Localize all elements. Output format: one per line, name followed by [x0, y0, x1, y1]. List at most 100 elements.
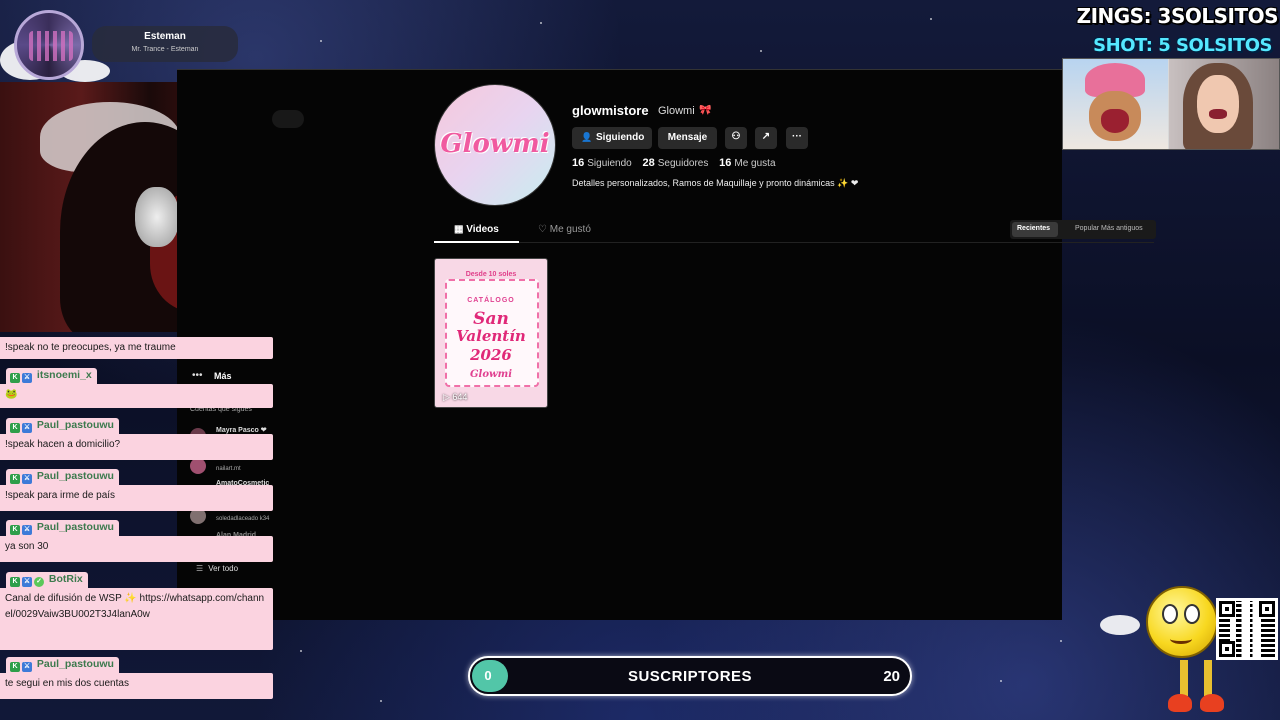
chat-message-text: te segui en mis dos cuentas: [5, 678, 129, 689]
mod-badge-icon: ⚔: [22, 474, 32, 484]
sidebar-search-pill[interactable]: [272, 110, 304, 128]
sort-toggle: Recientes Popular Más antiguos: [1010, 220, 1156, 239]
mod-badge-icon: ⚔: [22, 423, 32, 433]
video-title-line: Valentín: [456, 327, 526, 345]
user-check-icon: 👤: [581, 132, 593, 142]
following-button[interactable]: 👤 Siguiendo: [572, 127, 652, 149]
profile-username: glowmistore: [572, 103, 649, 118]
now-playing-info: Esteman Mr. Trance - Esteman: [92, 26, 238, 62]
chat-username: K ⚔ Paul_pastouwu: [6, 418, 119, 434]
chat-message: te segui en mis dos cuentas: [0, 673, 273, 699]
video-title-line: San: [473, 309, 509, 329]
mod-badge-icon: ⚔: [22, 577, 32, 587]
views-value: 644: [452, 392, 468, 402]
see-all-label: Ver todo: [208, 564, 239, 573]
message-button[interactable]: Mensaje: [658, 127, 717, 149]
tab-videos[interactable]: ▦ Videos: [454, 224, 499, 235]
tab-divider: [434, 242, 1154, 243]
chat-username: K ⚔ Paul_pastouwu: [6, 520, 119, 536]
video-brand: Glowmi: [470, 369, 512, 380]
subscriber-goal-target: 20: [883, 668, 900, 685]
verified-badge-icon: ✓: [34, 577, 44, 587]
following-count: 16: [572, 157, 585, 169]
avatar: [190, 458, 206, 474]
tab-liked[interactable]: ♡ Me gustó: [538, 224, 591, 235]
likes-label: Me gusta: [734, 158, 776, 169]
qr-code: [1216, 598, 1278, 660]
followers-count: 28: [642, 157, 655, 169]
kick-badge-icon: K: [10, 662, 20, 672]
active-tab-indicator: [434, 241, 519, 243]
more-dots-icon: •••: [192, 370, 203, 381]
secondary-webcam: [1062, 58, 1280, 150]
video-view-count: ▷ 644: [443, 392, 467, 403]
tiktok-window: [177, 70, 1062, 620]
account-name: Mayra Pasco ❤: [216, 427, 267, 434]
profile-bio: Detalles personalizados, Ramos de Maquil…: [572, 178, 859, 188]
album-art: [14, 10, 84, 80]
mod-badge-icon: ⚔: [22, 662, 32, 672]
list-icon: ☰: [196, 564, 204, 573]
chat-username-text: Paul_pastouwu: [36, 419, 114, 431]
shot-counter: SHOT: 5 SOLSITOS: [1093, 35, 1272, 56]
following-label[interactable]: Siguiendo: [587, 158, 631, 169]
add-user-icon: ⚇: [731, 131, 741, 142]
kick-badge-icon: K: [10, 525, 20, 535]
chat-message-text: !speak no te preocupes, ya me traume: [5, 342, 176, 353]
likes-count: 16: [719, 157, 732, 169]
chat-username-text: Paul_pastouwu: [36, 521, 114, 533]
share-button[interactable]: ↗: [755, 127, 777, 149]
bow-icon: 🎀: [699, 105, 712, 116]
video-top-text: Desde 10 soles: [465, 271, 517, 278]
chat-message: Canal de difusión de WSP ✨ https://whats…: [0, 588, 273, 650]
kick-badge-icon: K: [10, 474, 20, 484]
video-catalog-label: CATÁLOGO: [467, 297, 515, 304]
tab-label: Me gustó: [549, 224, 591, 235]
followers-label[interactable]: Seguidores: [658, 158, 709, 169]
smiley-mascot-icon: [1146, 586, 1218, 658]
sidebar-item-more[interactable]: ••• Más: [190, 370, 270, 384]
sidebar-item-label: Más: [214, 371, 232, 381]
chat-username: K ⚔ Paul_pastouwu: [6, 657, 119, 673]
chat-username: K ⚔ Paul_pastouwu: [6, 469, 119, 485]
account-handle: soledadlaceado k34: [216, 516, 270, 522]
chat-username: K ⚔ ✓ BotRix: [6, 572, 88, 588]
cloud-decoration: [1100, 615, 1140, 635]
following-button-label: Siguiendo: [596, 132, 645, 143]
artist-name: Esteman: [144, 31, 186, 42]
guest-webcam: [1169, 59, 1279, 149]
suggested-accounts-button[interactable]: ⚇: [725, 127, 747, 149]
chat-username-text: BotRix: [48, 573, 83, 585]
chat-message-text: Canal de difusión de WSP ✨ https://whats…: [5, 593, 265, 620]
kick-badge-icon: K: [10, 423, 20, 433]
tab-label: Videos: [466, 224, 499, 235]
kick-badge-icon: K: [10, 373, 20, 383]
song-title: Mr. Trance - Esteman: [131, 46, 199, 53]
chat-username-text: Paul_pastouwu: [36, 658, 114, 670]
chat-message-text: 🐸: [5, 389, 18, 400]
see-all-link[interactable]: ☰ Ver todo: [196, 564, 238, 573]
mascot-legs: [1166, 660, 1226, 716]
chat-username-text: itsnoemi_x: [36, 369, 92, 381]
chopper-reaction-image: [1063, 59, 1168, 149]
sort-popular[interactable]: Popular: [1075, 225, 1099, 232]
chat-username: K ⚔ itsnoemi_x: [6, 368, 97, 384]
chat-message: ya son 30: [0, 536, 273, 562]
sort-recent[interactable]: Recientes: [1017, 225, 1050, 232]
chat-message: !speak para irme de país: [0, 485, 273, 511]
subscriber-goal-bar: 0 SUSCRIPTORES 20: [468, 656, 912, 696]
heart-outline-icon: ♡: [538, 224, 550, 235]
mod-badge-icon: ⚔: [22, 373, 32, 383]
video-thumbnail[interactable]: Desde 10 soles CATÁLOGO San Valentín 202…: [434, 258, 548, 408]
chat-message-text: !speak hacen a domicilio?: [5, 439, 121, 450]
more-options-button[interactable]: ···: [786, 127, 808, 149]
sort-oldest[interactable]: Más antiguos: [1101, 225, 1143, 232]
chat-message: !speak no te preocupes, ya me traume: [0, 337, 273, 359]
profile-stats: 16 Siguiendo 28 Seguidores 16 Me gusta: [572, 157, 776, 169]
zings-counter: ZINGS: 3SOLSITOS: [1076, 4, 1279, 28]
now-playing-widget: Esteman Mr. Trance - Esteman: [0, 0, 240, 80]
message-button-label: Mensaje: [667, 132, 708, 143]
profile-avatar[interactable]: Glowmi: [434, 84, 556, 206]
mod-badge-icon: ⚔: [22, 525, 32, 535]
headphones: [135, 187, 179, 247]
